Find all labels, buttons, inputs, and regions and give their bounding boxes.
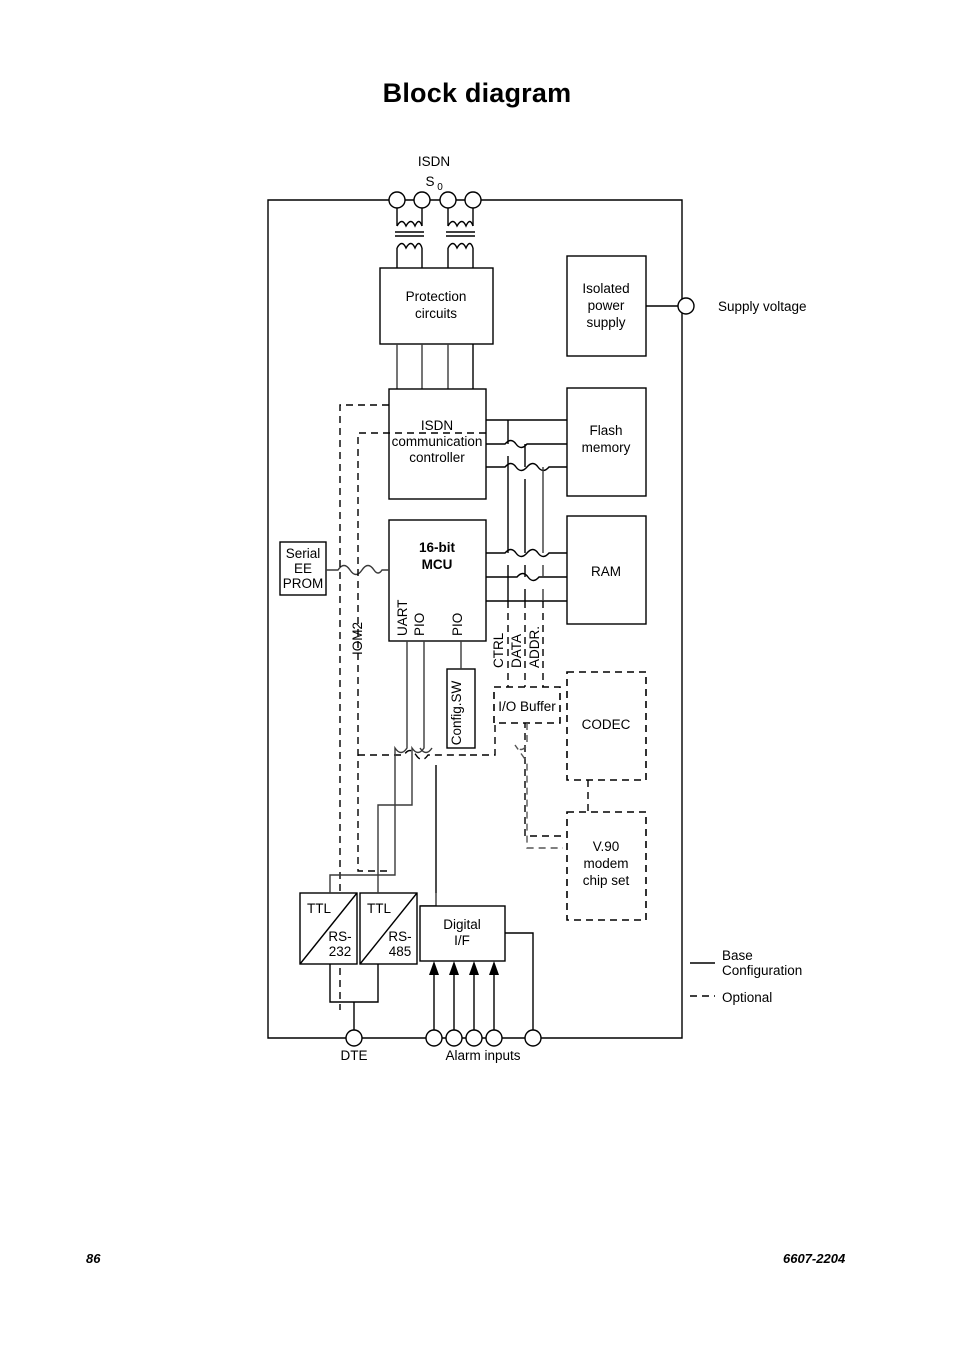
legend-base-label-line2: Configuration <box>722 963 802 978</box>
legend-optional-label: Optional <box>722 990 772 1005</box>
block-isdn-communication-controller[interactable]: ISDN communication controller <box>388 388 487 500</box>
v90-label-line2: modem <box>583 856 628 871</box>
block-ttl-rs485[interactable]: TTL RS- 485 <box>359 892 418 965</box>
alarm-input-arrows <box>429 961 499 1031</box>
isdn-terminal-1[interactable] <box>388 191 406 209</box>
isdn-port-sub-label: S <box>425 174 434 189</box>
supply-voltage-terminal[interactable] <box>677 297 695 315</box>
serial-eeprom-label-line2: EE <box>294 561 312 576</box>
io-buffer-label: I/O Buffer <box>498 699 556 714</box>
mcu-label-line2: MCU <box>422 557 453 572</box>
isolated-power-label-line3: supply <box>586 315 625 330</box>
alarm-terminal-2[interactable] <box>445 1029 463 1047</box>
bottom-ports: DTE Alarm inputs <box>341 1029 542 1063</box>
alarm-terminal-3[interactable] <box>465 1029 483 1047</box>
flash-memory-label-line1: Flash <box>589 423 622 438</box>
config-sw-label: Config.SW <box>449 680 464 745</box>
digital-if-label-line2: I/F <box>454 933 470 948</box>
wires-mcu-to-serial-converters <box>329 641 425 893</box>
bus-label-addr: ADDR. <box>527 626 542 668</box>
block-serial-ee-prom[interactable]: Serial EE PROM <box>279 541 327 596</box>
ttl-rs485-rs-label-line1: RS- <box>388 929 411 944</box>
wire-converters-to-dte <box>329 964 379 1031</box>
block-diagram: ISDN S 0 Protection circuits Isolated po… <box>267 154 807 1063</box>
v90-label-line3: chip set <box>583 873 630 888</box>
footer-page-number: 86 <box>86 1251 101 1266</box>
isdn-transformer-2 <box>446 208 475 268</box>
mcu-label-line1: 16-bit <box>419 540 456 555</box>
bus-label-ctrl: CTRL <box>491 632 506 668</box>
serial-eeprom-label-line1: Serial <box>286 546 321 561</box>
isdn-terminal-3[interactable] <box>439 191 457 209</box>
block-isolated-power-supply[interactable]: Isolated power supply <box>566 255 647 357</box>
legend: Base Configuration Optional <box>690 948 802 1005</box>
wire-mcu-to-digital-if <box>435 765 437 893</box>
alarm-terminal-5[interactable] <box>524 1029 542 1047</box>
isdn-port-subscript: 0 <box>437 182 443 193</box>
mcu-pio-label-2: PIO <box>450 613 465 636</box>
isdn-controller-label-line2: communication <box>392 434 483 449</box>
isdn-controller-label-line1: ISDN <box>421 418 453 433</box>
v90-label-line1: V.90 <box>593 839 620 854</box>
mcu-uart-label: UART <box>395 599 410 636</box>
isdn-s0-port: ISDN S 0 <box>388 154 482 268</box>
dte-terminal[interactable] <box>345 1029 363 1047</box>
isdn-terminal-4[interactable] <box>464 191 482 209</box>
block-ram[interactable]: RAM <box>566 515 647 625</box>
dte-label: DTE <box>341 1048 368 1063</box>
wire-digital-if-to-alarm-terminal <box>505 932 534 1031</box>
ttl-rs232-rs-label-line2: 232 <box>329 944 352 959</box>
ttl-rs485-ttl-label: TTL <box>367 901 391 916</box>
isdn-port-label: ISDN <box>418 154 450 169</box>
block-flash-memory[interactable]: Flash memory <box>566 387 647 497</box>
block-protection-circuits[interactable]: Protection circuits <box>379 267 494 345</box>
block-io-buffer[interactable]: I/O Buffer <box>493 686 561 724</box>
serial-eeprom-label-line3: PROM <box>283 576 324 591</box>
system-bus-lines: CTRL DATA ADDR. <box>491 420 563 837</box>
ttl-rs232-rs-label-line1: RS- <box>328 929 351 944</box>
block-config-sw[interactable]: Config.SW <box>446 641 476 749</box>
protection-circuits-label-line2: circuits <box>415 306 457 321</box>
codec-label: CODEC <box>582 717 631 732</box>
block-digital-if[interactable]: Digital I/F <box>419 905 506 962</box>
wires-protection-to-isdn-controller <box>396 344 474 389</box>
footer-doc-number: 6607-2204 <box>783 1251 846 1266</box>
bus-controller-to-flash <box>486 419 567 472</box>
isdn-transformer-1 <box>395 208 424 268</box>
block-16-bit-mcu[interactable]: 16-bit MCU UART PIO PIO <box>388 519 487 642</box>
wire-digital-if-feed <box>419 747 437 907</box>
ttl-rs485-rs-label-line2: 485 <box>389 944 412 959</box>
wire-io-buffer-to-v90 <box>514 723 563 849</box>
mcu-pio-label-1: PIO <box>412 613 427 636</box>
supply-voltage-label: Supply voltage <box>718 299 807 314</box>
block-v90-modem-chip-set[interactable]: V.90 modem chip set <box>566 811 647 921</box>
isdn-terminal-2[interactable] <box>413 191 431 209</box>
bus-mcu-to-ram <box>486 548 567 602</box>
block-codec[interactable]: CODEC <box>566 671 647 781</box>
ram-label: RAM <box>591 564 621 579</box>
alarm-terminal-1[interactable] <box>425 1029 443 1047</box>
bus-label-data: DATA <box>509 634 524 668</box>
protection-circuits-label-line1: Protection <box>406 289 467 304</box>
legend-base-label-line1: Base <box>722 948 753 963</box>
isolated-power-label-line1: Isolated <box>582 281 629 296</box>
isdn-controller-label-line3: controller <box>409 450 465 465</box>
isolated-power-label-line2: power <box>588 298 625 313</box>
digital-if-label-line1: Digital <box>443 917 481 932</box>
alarm-inputs-label: Alarm inputs <box>445 1048 520 1063</box>
alarm-terminal-4[interactable] <box>485 1029 503 1047</box>
block-ttl-rs232[interactable]: TTL RS- 232 <box>299 892 358 965</box>
supply-voltage-port: Supply voltage <box>646 297 807 315</box>
bus-label-iom2: IOM2 <box>350 622 365 655</box>
ttl-rs232-ttl-label: TTL <box>307 901 331 916</box>
flash-memory-label-line2: memory <box>582 440 631 455</box>
